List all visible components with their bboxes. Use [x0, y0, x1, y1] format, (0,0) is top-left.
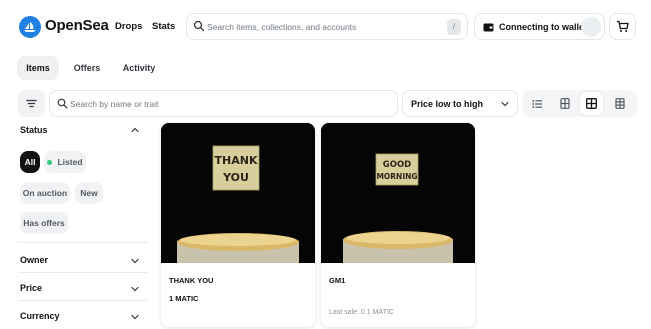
view-mode-toggle-group [522, 90, 637, 117]
grid-view-icon [586, 98, 597, 109]
sign-text-line-2: YOU [222, 171, 249, 184]
sidebar-divider [18, 272, 148, 273]
chevron-down-icon[interactable] [131, 286, 139, 292]
sidebar-section-owner[interactable]: Owner [20, 255, 48, 265]
top-nav-bar: OpenSea Drops Stats Search items, collec… [0, 0, 651, 54]
status-filter-all[interactable]: All [20, 151, 40, 173]
sidebar-section-currency[interactable]: Currency [20, 311, 60, 321]
search-icon [57, 98, 68, 109]
sign-text-line-1: GOOD [383, 160, 411, 170]
grid-view-button[interactable] [580, 92, 603, 115]
chevron-down-icon[interactable] [131, 314, 139, 320]
sign-text-line-2: MORNING [376, 172, 417, 181]
cart-button[interactable] [609, 13, 636, 40]
nft-card-price: 1 MATIC [169, 294, 199, 303]
global-search-input[interactable]: Search items, collections, and accounts … [186, 13, 468, 40]
sign-text-line-1: THANK [215, 154, 258, 167]
tab-offers[interactable]: Offers [66, 56, 108, 80]
grid-large-view-icon [559, 98, 570, 109]
list-view-icon [532, 99, 542, 108]
status-filter-has-offers[interactable]: Has offers [20, 212, 68, 234]
nft-card-gm1[interactable]: GOOD MORNING GM1 Last sale: 0.1 MATIC [321, 123, 475, 327]
wallet-icon [483, 23, 494, 32]
sidebar-divider [18, 300, 148, 301]
status-section-title[interactable]: Status [20, 125, 48, 135]
chevron-up-icon[interactable] [131, 127, 139, 133]
nav-link-drops[interactable]: Drops [115, 21, 142, 32]
sort-dropdown[interactable]: Price low to high [402, 90, 518, 117]
nft-card-name: GM1 [329, 276, 346, 285]
list-view-button[interactable] [526, 92, 549, 115]
opensea-logo-icon[interactable] [19, 16, 41, 38]
sort-selected-value: Price low to high [411, 99, 484, 109]
search-shortcut-key: / [447, 19, 461, 35]
nft-card-thank-you[interactable]: THANK YOU THANK YOU 1 MATIC [161, 123, 315, 327]
tab-activity[interactable]: Activity [116, 56, 162, 80]
status-filter-new[interactable]: New [75, 182, 103, 204]
tab-items[interactable]: Items [17, 56, 59, 80]
sidebar-divider [18, 242, 148, 243]
wallet-status-label: Connecting to wallet [499, 22, 588, 32]
avatar[interactable] [581, 17, 601, 37]
grid-small-view-button[interactable] [608, 92, 631, 115]
filter-toggle-button[interactable] [18, 90, 45, 117]
nft-card-name: THANK YOU [169, 276, 214, 285]
nft-card-last-sale: Last sale: 0.1 MATIC [329, 309, 394, 316]
search-icon [193, 20, 205, 32]
grid-small-view-icon [614, 98, 625, 109]
status-filter-listed-label: Listed [57, 157, 83, 167]
global-search-placeholder: Search items, collections, and accounts [207, 21, 357, 32]
chevron-down-icon [501, 101, 509, 107]
wallet-button[interactable]: Connecting to wallet [474, 13, 605, 40]
sidebar-section-price[interactable]: Price [20, 283, 42, 293]
nav-link-stats[interactable]: Stats [152, 21, 175, 32]
status-filter-listed[interactable]: Listed [44, 151, 86, 173]
cart-icon [617, 20, 629, 32]
nft-image-thank-you: THANK YOU [161, 123, 315, 263]
grid-large-view-button[interactable] [553, 92, 576, 115]
filter-icon [26, 99, 37, 108]
chevron-down-icon[interactable] [131, 258, 139, 264]
item-search-input[interactable]: Search by name or trait [49, 90, 398, 117]
status-filter-on-auction[interactable]: On auction [20, 182, 70, 204]
item-search-placeholder: Search by name or trait [70, 99, 159, 109]
nft-image-gm1: GOOD MORNING [321, 123, 475, 263]
brand-name[interactable]: OpenSea [45, 17, 109, 34]
listed-status-dot [47, 159, 53, 165]
